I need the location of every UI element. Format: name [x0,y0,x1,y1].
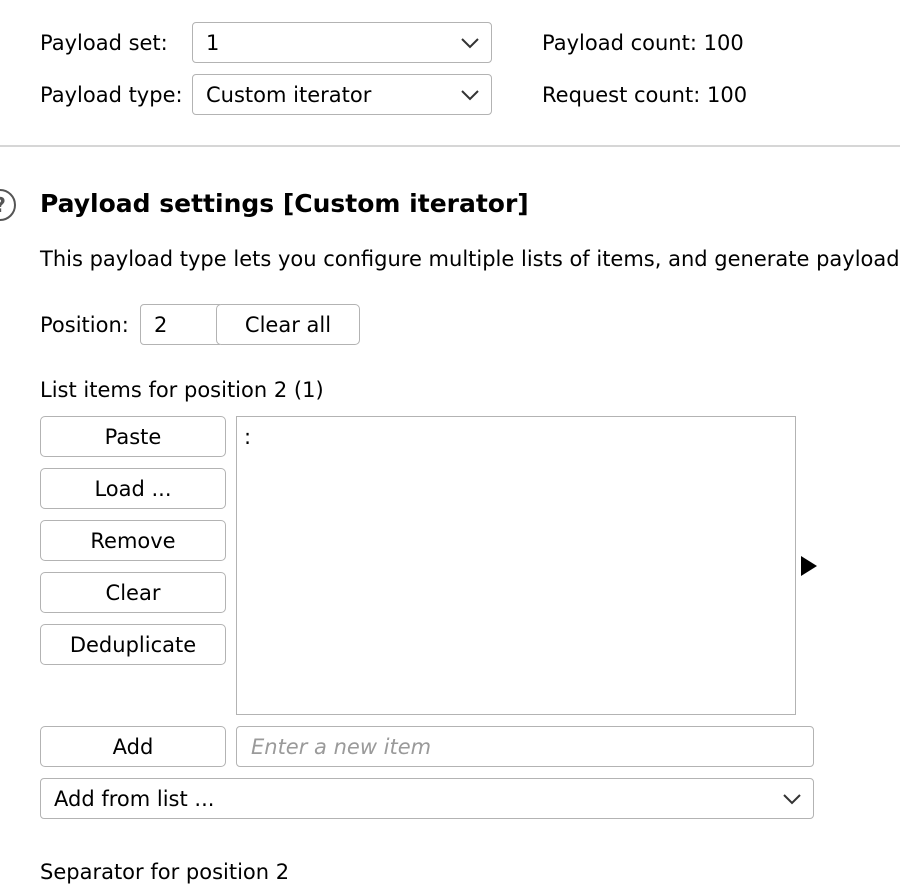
chevron-down-icon [461,37,479,48]
play-arrow-icon[interactable] [800,555,818,577]
request-count-label: Request count: [542,83,701,107]
payload-set-value: 1 [206,30,220,55]
payload-settings-title: Payload settings [Custom iterator] [40,189,529,218]
payload-set-select[interactable]: 1 [192,22,492,63]
separator-label: Separator for position 2 [40,860,290,884]
position-label: Position: [40,313,129,337]
remove-button[interactable]: Remove [40,520,226,561]
add-from-list-value: Add from list ... [54,786,215,811]
new-item-input[interactable]: Enter a new item [236,726,814,767]
request-count: Request count: 100 [542,85,747,106]
clear-button[interactable]: Clear [40,572,226,613]
payload-set-label: Payload set: [40,31,168,55]
payload-type-value: Custom iterator [206,82,372,107]
payload-count-value: 100 [703,31,744,55]
load-button[interactable]: Load ... [40,468,226,509]
add-from-list-select[interactable]: Add from list ... [40,778,814,819]
payload-settings-description: This payload type lets you configure mul… [40,247,900,271]
clear-all-button[interactable]: Clear all [216,304,360,345]
deduplicate-button[interactable]: Deduplicate [40,624,226,665]
list-item[interactable]: : [244,427,251,448]
paste-button[interactable]: Paste [40,416,226,457]
payload-count-label: Payload count: [542,31,697,55]
section-divider [0,145,900,147]
payload-type-label: Payload type: [40,83,183,107]
list-items-box[interactable]: : [236,416,796,715]
position-value: 2 [154,312,168,337]
list-items-heading: List items for position 2 (1) [40,378,324,402]
payload-type-select[interactable]: Custom iterator [192,74,492,115]
request-count-value: 100 [707,83,748,107]
question-circle-icon[interactable]: ? [0,189,16,221]
position-field[interactable]: 2 [140,304,220,345]
chevron-down-icon [461,89,479,100]
add-button[interactable]: Add [40,726,226,767]
chevron-down-icon [783,793,801,804]
payload-count: Payload count: 100 [542,33,744,54]
new-item-placeholder: Enter a new item [251,734,432,759]
